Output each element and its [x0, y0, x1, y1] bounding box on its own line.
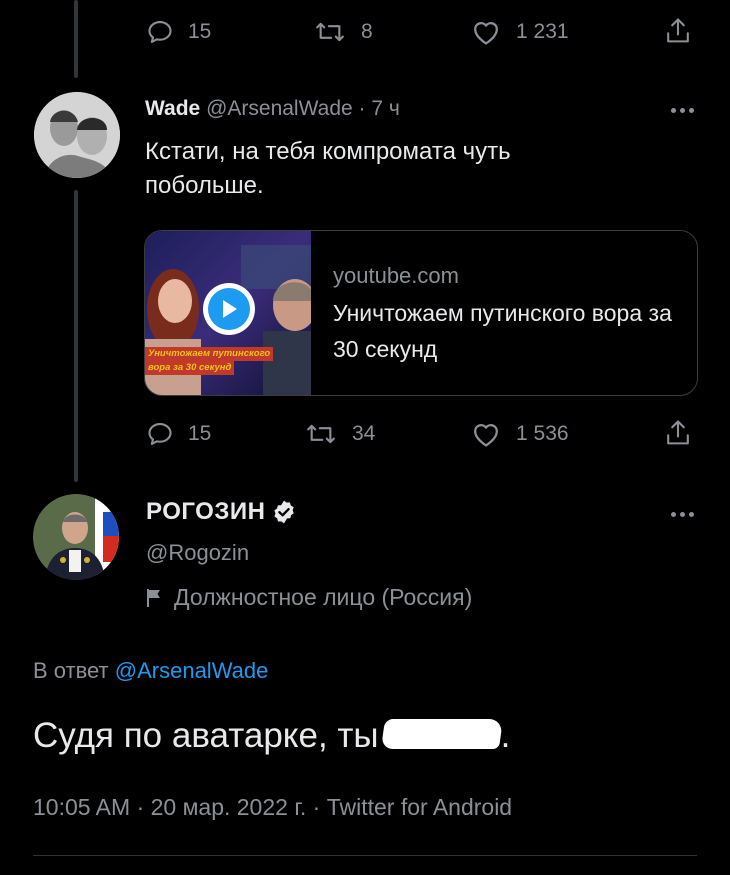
previous-tweet-actions: 15 8 1 231 — [0, 14, 730, 54]
reply-button[interactable]: 15 — [146, 420, 211, 448]
avatar-rogozin[interactable] — [33, 494, 119, 580]
like-button[interactable]: 1 536 — [470, 420, 569, 448]
retweet-button[interactable]: 34 — [304, 420, 375, 448]
like-button[interactable]: 1 231 — [470, 18, 569, 46]
card-title: Уничтожаем путинского вора за 30 секунд — [333, 300, 672, 362]
reply-tweet-header: Wade @ArsenalWade · 7 ч — [145, 97, 400, 121]
retweet-icon — [307, 424, 335, 444]
retweet-count: 8 — [361, 20, 373, 43]
main-tweet-text-body: Судя по аватарке, ты — [33, 716, 379, 755]
divider — [33, 855, 697, 856]
tweet-meta: 10:05 AM · 20 мар. 2022 г. · Twitter for… — [33, 794, 513, 820]
reply-icon — [148, 423, 172, 445]
main-tweet-author[interactable]: РОГОЗИН — [146, 498, 297, 526]
retweet-button[interactable]: 8 — [313, 18, 373, 46]
flag-icon — [147, 588, 160, 607]
like-icon — [474, 424, 498, 447]
tweet-time[interactable]: · 7 ч — [359, 97, 400, 120]
card-domain: youtube.com — [333, 263, 459, 288]
author-handle[interactable]: @ArsenalWade — [206, 97, 353, 120]
more-icon[interactable] — [671, 108, 694, 113]
retweet-icon — [316, 22, 344, 42]
reply-tweet-actions: 15 34 1 536 — [0, 416, 730, 456]
replying-to-handle[interactable]: @ArsenalWade — [115, 658, 269, 683]
reply-icon — [148, 21, 172, 43]
main-tweet-text: Судя по аватарке, ты. — [33, 716, 510, 756]
reply-tweet-text: Кстати, на тебя компромата чуть побольше… — [145, 138, 511, 199]
reply-button[interactable]: 15 — [146, 18, 211, 46]
like-count: 1 536 — [516, 422, 569, 445]
reply-count: 15 — [188, 20, 212, 43]
share-icon — [667, 420, 689, 445]
like-icon — [474, 22, 498, 45]
verified-badge-icon — [274, 500, 295, 524]
government-label-text: Должностное лицо (Россия) — [174, 584, 473, 610]
thumbnail-caption: Уничтожаем путинского вора за 30 секунд — [145, 347, 311, 375]
replying-to: В ответ @ArsenalWade — [33, 658, 268, 684]
author-handle[interactable]: @Rogozin — [146, 540, 249, 566]
share-icon — [667, 18, 689, 43]
avatar-image — [34, 92, 120, 178]
thumbnail-caption-line-1: Уничтожаем путинского — [145, 347, 274, 361]
author-name[interactable]: Wade — [145, 97, 200, 120]
author-name: РОГОЗИН — [146, 498, 266, 525]
avatar-wade[interactable] — [34, 92, 120, 178]
government-label[interactable]: Должностное лицо (Россия) — [146, 584, 472, 611]
retweet-count: 34 — [352, 422, 376, 445]
thumbnail-caption-line-2: вора за 30 секунд — [145, 361, 235, 375]
censored-word — [380, 719, 503, 749]
avatar-image — [33, 494, 119, 580]
link-preview-card[interactable]: Уничтожаем путинского вора за 30 секунд … — [144, 230, 698, 396]
play-button[interactable] — [203, 283, 255, 335]
share-button[interactable] — [664, 16, 692, 46]
reply-count: 15 — [188, 422, 212, 445]
share-button[interactable] — [664, 418, 692, 448]
like-count: 1 231 — [516, 20, 569, 43]
more-icon[interactable] — [671, 512, 694, 517]
replying-to-prefix: В ответ — [33, 658, 109, 683]
play-icon — [223, 300, 237, 318]
main-tweet-text-end: . — [500, 716, 511, 755]
